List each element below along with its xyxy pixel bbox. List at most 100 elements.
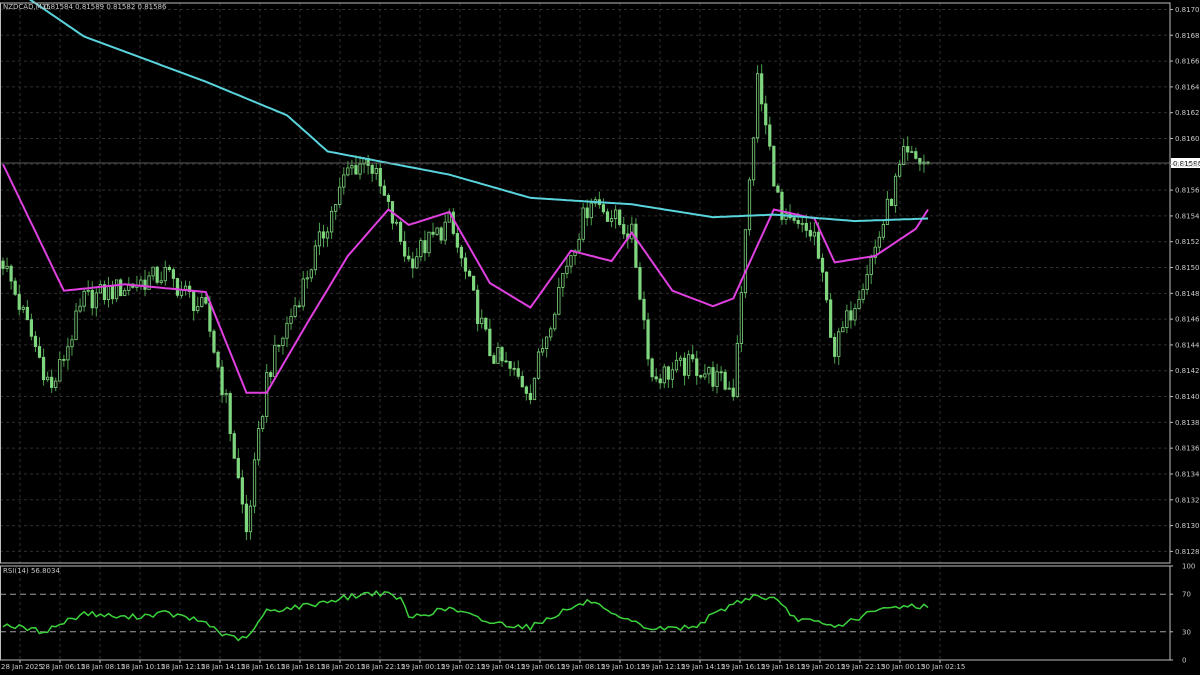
candle-body: [358, 163, 362, 175]
candle-body: [342, 174, 346, 188]
candle-body: [155, 266, 159, 283]
candle-body: [837, 331, 841, 357]
candle-body: [58, 359, 62, 382]
y-tick-label: 0.81305: [1175, 522, 1200, 530]
y-tick-label: 0.81465: [1175, 316, 1200, 324]
x-tick-label: 29 Jan 22:15: [841, 663, 885, 671]
candle-body: [768, 124, 772, 147]
candle-body: [613, 209, 618, 219]
candle-body: [265, 372, 269, 417]
rsi-y-tick-label: 70: [1182, 591, 1191, 599]
candle-body: [459, 246, 464, 259]
candle-body: [658, 378, 662, 384]
candle-body: [252, 459, 257, 507]
x-tick-label: 29 Jan 14:15: [681, 663, 725, 671]
candle-body: [747, 179, 752, 231]
y-tick-label: 0.81285: [1175, 548, 1200, 556]
y-tick-label: 0.81405: [1175, 393, 1200, 401]
candle-body: [735, 343, 739, 397]
y-tick-label: 0.81365: [1175, 445, 1200, 453]
candle-body: [119, 279, 123, 297]
candle-body: [427, 231, 431, 254]
candle-body: [17, 293, 21, 310]
x-tick-label: 28 Jan 14:15: [201, 663, 245, 671]
x-tick-label: 30 Jan 02:15: [921, 663, 965, 671]
candle-body: [208, 302, 212, 332]
x-tick-label: 29 Jan 20:15: [801, 663, 845, 671]
x-tick-label: 29 Jan 08:15: [561, 663, 605, 671]
candle-body: [476, 289, 480, 324]
candle-body: [321, 231, 326, 239]
candle-body: [792, 217, 796, 221]
candle-body: [654, 376, 658, 380]
candle-body: [820, 257, 825, 273]
candle-body: [70, 339, 74, 348]
candle-body: [277, 344, 281, 347]
candle-body: [325, 231, 330, 239]
candle-body: [723, 371, 727, 390]
x-tick-label: 28 Jan 20:15: [321, 663, 365, 671]
candle-body: [622, 224, 626, 235]
candle-body: [407, 255, 411, 260]
candle-body: [524, 386, 528, 394]
candle-body: [46, 376, 50, 381]
candle-body: [549, 328, 553, 338]
candle-body: [163, 267, 167, 282]
price-chart[interactable]: 0.81586 0.817050.816850.816650.816450.81…: [0, 0, 1200, 675]
candle-body: [183, 285, 188, 290]
y-tick-label: 0.81325: [1175, 496, 1200, 504]
y-tick-label: 0.81665: [1175, 58, 1200, 66]
candle-body: [605, 211, 610, 222]
candle-body: [378, 167, 382, 187]
candle-body: [463, 257, 468, 272]
candle-body: [330, 210, 334, 233]
candle-body: [33, 335, 38, 347]
y-tick-label: 0.81485: [1175, 290, 1200, 298]
candle-body: [484, 317, 488, 330]
candle-body: [139, 279, 143, 286]
candle-body: [114, 279, 119, 300]
candle-body: [175, 278, 180, 296]
candle-body: [776, 185, 780, 193]
x-tick-label: 29 Jan 10:15: [601, 663, 645, 671]
candle-body: [74, 310, 78, 341]
candle-body: [472, 275, 476, 291]
candle-body: [398, 221, 403, 242]
candle-body: [285, 322, 289, 339]
y-tick-label: 0.81425: [1175, 367, 1200, 375]
candle-body: [585, 207, 589, 219]
candle-body: [703, 373, 707, 378]
candle-body: [893, 175, 898, 206]
candle-body: [110, 285, 115, 300]
candle-body: [281, 337, 285, 346]
candle-body: [849, 310, 853, 321]
candle-body: [618, 209, 622, 225]
candle-body: [439, 227, 443, 241]
candle-body: [565, 265, 569, 274]
candle-body: [650, 358, 654, 378]
candle-body: [488, 328, 492, 357]
candle-body: [743, 229, 748, 294]
candle-body: [419, 240, 423, 258]
candle-body: [674, 359, 679, 371]
candle-body: [914, 151, 918, 159]
candle-body: [869, 257, 873, 275]
candle-body: [289, 316, 293, 324]
candle-body: [82, 290, 86, 307]
candle-body: [833, 336, 837, 357]
candle-body: [910, 151, 914, 153]
candle-body: [553, 313, 557, 330]
candle-body: [528, 392, 533, 401]
candle-body: [123, 290, 127, 297]
candle-body: [682, 357, 687, 376]
candle-body: [727, 387, 731, 390]
candle-body: [269, 372, 273, 377]
candle-body: [561, 273, 565, 288]
candle-body: [313, 245, 318, 271]
candle-body: [261, 416, 265, 429]
candle-body: [415, 256, 419, 269]
candle-body: [800, 222, 804, 225]
candle-body: [496, 347, 500, 364]
candle-body: [731, 387, 735, 397]
candle-body: [171, 269, 176, 279]
